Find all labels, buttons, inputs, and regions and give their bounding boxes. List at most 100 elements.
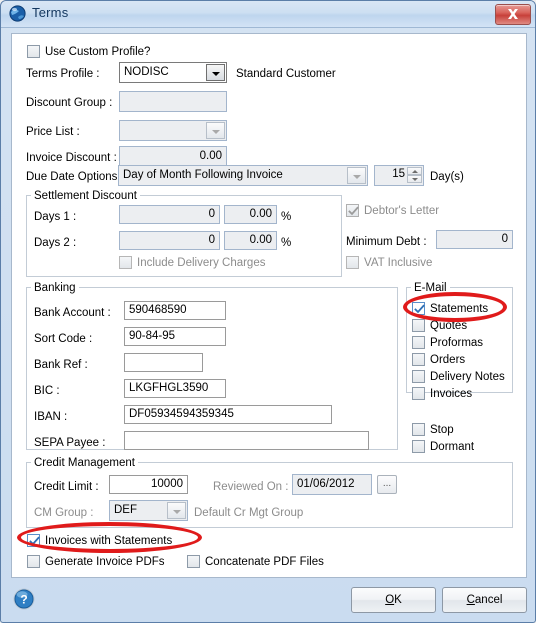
- ok-button-rest: K: [394, 594, 402, 606]
- generate-invoice-pdfs-label: Generate Invoice PDFs: [45, 556, 165, 568]
- cm-group-combo[interactable]: DEF: [109, 500, 188, 521]
- email-delivery-notes-label: Delivery Notes: [430, 371, 505, 383]
- minimum-debt-field[interactable]: 0: [436, 230, 513, 249]
- close-button[interactable]: [495, 4, 531, 25]
- window-title: Terms: [32, 5, 69, 20]
- sort-code-label: Sort Code :: [34, 333, 93, 345]
- email-quotes-checkbox[interactable]: [412, 319, 425, 332]
- days2-percent-field[interactable]: 0.00: [224, 231, 277, 250]
- minimum-debt-value: 0: [501, 233, 508, 245]
- email-title: E-Mail: [411, 282, 450, 294]
- email-quotes-label: Quotes: [430, 320, 468, 332]
- due-date-options-value: Day of Month Following Invoice: [123, 169, 283, 181]
- banking-title: Banking: [31, 282, 79, 294]
- stop-checkbox[interactable]: [412, 423, 425, 436]
- email-proformas-label: Proformas: [430, 337, 484, 349]
- email-orders-checkbox[interactable]: [412, 353, 425, 366]
- days1-percent-field[interactable]: 0.00: [224, 205, 277, 224]
- debtors-letter-checkbox[interactable]: [346, 204, 359, 217]
- globe-icon: [9, 5, 26, 22]
- email-statements-checkbox[interactable]: [412, 302, 425, 315]
- sepa-payee-field[interactable]: [124, 431, 369, 450]
- days1-label: Days 1 :: [34, 211, 77, 223]
- days-spinner[interactable]: 15: [374, 165, 424, 186]
- bank-account-label: Bank Account :: [34, 307, 111, 319]
- price-list-combo[interactable]: [119, 120, 227, 141]
- cm-group-note: Default Cr Mgt Group: [194, 507, 304, 519]
- reviewed-on-browse-button[interactable]: ...: [377, 475, 397, 494]
- iban-label: IBAN :: [34, 411, 68, 423]
- days1-days-value: 0: [208, 208, 215, 220]
- days-spinner-value: 15: [392, 168, 405, 180]
- dialog-body: Use Custom Profile? Terms Profile : NODI…: [11, 33, 527, 578]
- discount-group-field[interactable]: [119, 91, 227, 112]
- reviewed-on-field[interactable]: 01/06/2012: [292, 474, 372, 495]
- terms-profile-combo[interactable]: NODISC: [119, 62, 227, 83]
- days1-days-field[interactable]: 0: [119, 205, 220, 224]
- chevron-down-icon[interactable]: [206, 64, 225, 81]
- bank-account-value: 590468590: [129, 304, 187, 316]
- invoice-discount-label: Invoice Discount :: [26, 152, 117, 164]
- credit-limit-field[interactable]: 10000: [109, 475, 188, 494]
- vat-inclusive-checkbox[interactable]: [346, 256, 359, 269]
- invoices-with-statements-checkbox[interactable]: [27, 534, 40, 547]
- credit-limit-value: 10000: [151, 478, 183, 490]
- check-icon: [348, 206, 359, 216]
- cancel-button[interactable]: Cancel: [442, 587, 527, 613]
- reviewed-on-label: Reviewed On :: [213, 481, 289, 493]
- use-custom-profile-checkbox[interactable]: [27, 45, 40, 58]
- terms-profile-note: Standard Customer: [236, 68, 336, 80]
- days2-days-field[interactable]: 0: [119, 231, 220, 250]
- reviewed-on-value: 01/06/2012: [297, 478, 355, 490]
- include-delivery-charges-checkbox[interactable]: [119, 256, 132, 269]
- cm-group-value: DEF: [114, 504, 137, 516]
- ok-button-mnemonic: O: [385, 594, 395, 606]
- days2-label: Days 2 :: [34, 237, 77, 249]
- concatenate-pdf-files-label: Concatenate PDF Files: [205, 556, 324, 568]
- invoices-with-statements-label: Invoices with Statements: [45, 535, 173, 547]
- invoice-discount-value: 0.00: [199, 150, 222, 162]
- include-delivery-charges-label: Include Delivery Charges: [137, 257, 266, 269]
- debtors-letter-label: Debtor's Letter: [364, 205, 440, 217]
- days-spinner-buttons[interactable]: [407, 167, 422, 184]
- vat-inclusive-label: VAT Inclusive: [364, 257, 433, 269]
- title-bar: Terms: [1, 1, 535, 28]
- chevron-down-icon[interactable]: [206, 122, 225, 139]
- iban-field[interactable]: DF05934594359345: [124, 405, 332, 424]
- concatenate-pdf-files-checkbox[interactable]: [187, 555, 200, 568]
- ellipsis-icon: ...: [382, 478, 392, 489]
- use-custom-profile-label: Use Custom Profile?: [45, 46, 151, 58]
- email-proformas-checkbox[interactable]: [412, 336, 425, 349]
- dormant-checkbox[interactable]: [412, 440, 425, 453]
- email-invoices-label: Invoices: [430, 388, 473, 400]
- email-delivery-notes-checkbox[interactable]: [412, 370, 425, 383]
- spinner-up-icon[interactable]: [407, 167, 422, 175]
- bank-account-field[interactable]: 590468590: [124, 301, 226, 320]
- invoice-discount-field[interactable]: 0.00: [119, 146, 227, 167]
- credit-management-title: Credit Management: [31, 457, 138, 469]
- days2-unit-label: %: [281, 237, 292, 249]
- ok-button[interactable]: OK: [351, 587, 436, 613]
- iban-value: DF05934594359345: [129, 408, 234, 420]
- generate-invoice-pdfs-checkbox[interactable]: [27, 555, 40, 568]
- due-date-options-combo[interactable]: Day of Month Following Invoice: [118, 165, 368, 186]
- spinner-down-icon[interactable]: [407, 175, 422, 183]
- discount-group-label: Discount Group :: [26, 97, 113, 109]
- credit-limit-label: Credit Limit :: [34, 481, 99, 493]
- cm-group-label: CM Group :: [34, 507, 94, 519]
- bic-field[interactable]: LKGFHGL3590: [124, 379, 226, 398]
- bank-ref-field[interactable]: [124, 353, 203, 372]
- check-icon: [29, 536, 40, 546]
- check-icon: [414, 304, 425, 314]
- chevron-down-icon[interactable]: [167, 502, 186, 519]
- email-statements-label: Statements: [430, 303, 489, 315]
- email-invoices-checkbox[interactable]: [412, 387, 425, 400]
- minimum-debt-label: Minimum Debt :: [346, 236, 427, 248]
- days-suffix-label: Day(s): [430, 171, 464, 183]
- close-icon: [508, 9, 518, 19]
- help-button[interactable]: ?: [12, 587, 36, 611]
- chevron-down-icon[interactable]: [347, 167, 366, 184]
- sort-code-value: 90-84-95: [129, 330, 176, 342]
- svg-text:?: ?: [20, 593, 27, 607]
- sort-code-field[interactable]: 90-84-95: [124, 327, 226, 346]
